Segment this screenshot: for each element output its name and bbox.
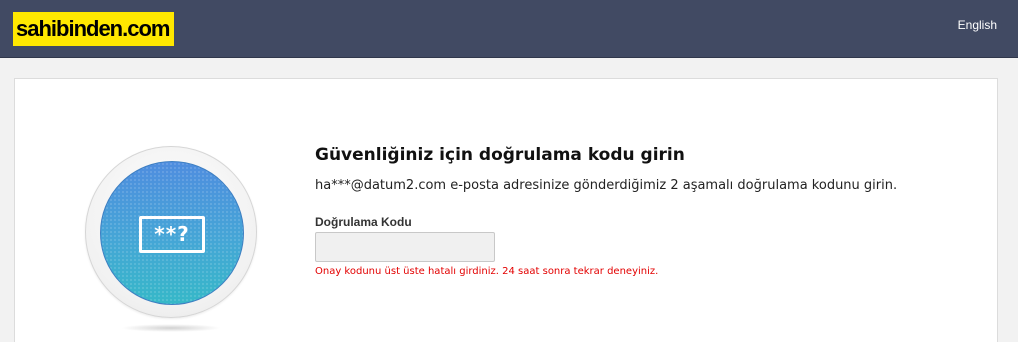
top-navigation-bar: sahibinden.com English — [0, 0, 1018, 58]
instruction-text: ha***@datum2.com e-posta adresinize gönd… — [315, 178, 898, 193]
sahibinden-logo[interactable]: sahibinden.com — [13, 12, 174, 46]
page-title: Güvenliğiniz için doğrulama kodu girin — [315, 145, 685, 165]
verification-code-input[interactable] — [315, 232, 495, 262]
error-message: Onay kodunu üst üste hatalı girdiniz. 24… — [315, 266, 659, 277]
verification-panel: **? Güvenliğiniz için doğrulama kodu gir… — [14, 78, 998, 342]
badge-shadow — [121, 324, 221, 332]
verification-code-icon: **? — [139, 216, 205, 253]
verification-illustration: **? — [85, 146, 257, 336]
badge-blue-disc: **? — [100, 161, 244, 305]
language-english-link[interactable]: English — [958, 18, 997, 32]
verification-code-label: Doğrulama Kodu — [315, 215, 412, 229]
badge-outer-ring: **? — [85, 146, 257, 318]
